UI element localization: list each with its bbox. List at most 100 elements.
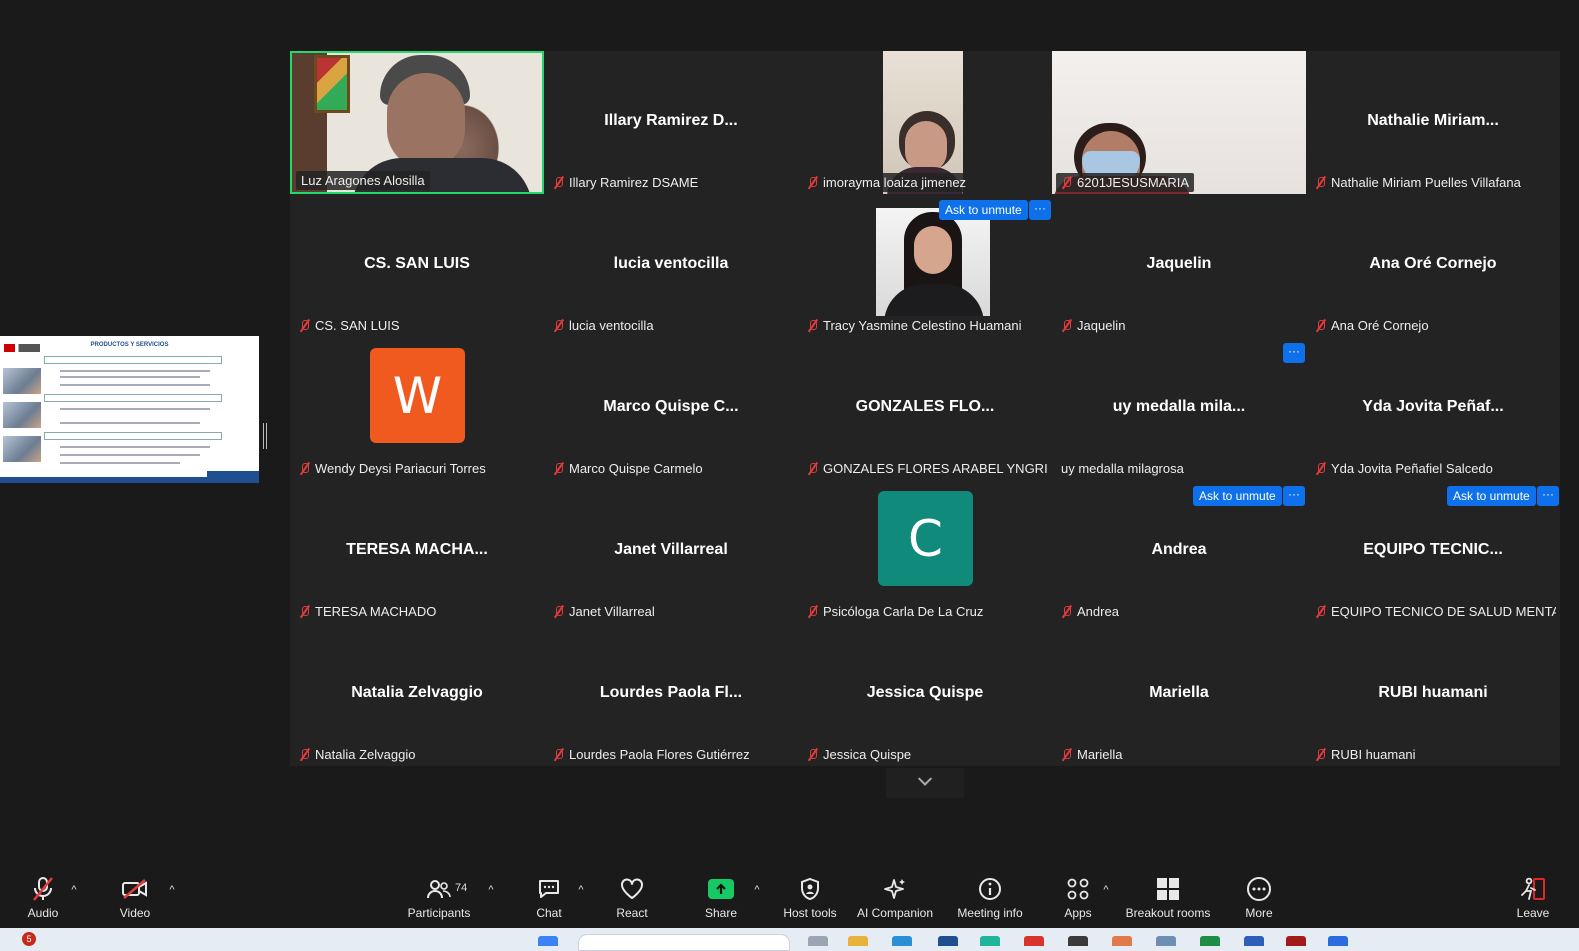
meeting-info-label: Meeting info bbox=[957, 906, 1023, 920]
more-button[interactable]: More bbox=[1240, 868, 1278, 928]
ask-to-unmute-button[interactable]: Ask to unmute bbox=[939, 200, 1028, 220]
participant-name-label: Andrea bbox=[1056, 602, 1124, 621]
chat-button[interactable]: Chat bbox=[530, 868, 568, 928]
participant-tile[interactable]: lucia ventocilla lucia ventocilla bbox=[544, 194, 798, 337]
breakout-rooms-label: Breakout rooms bbox=[1125, 906, 1211, 920]
participant-display-name: Illary Ramirez D... bbox=[604, 112, 738, 129]
participants-button[interactable]: Participants bbox=[406, 868, 472, 928]
audio-button[interactable]: Audio bbox=[24, 868, 62, 928]
participant-name-label: lucia ventocilla bbox=[548, 316, 659, 335]
participant-tile[interactable]: Illary Ramirez D... Illary Ramirez DSAME bbox=[544, 51, 798, 194]
ask-to-unmute-button[interactable]: Ask to unmute bbox=[1193, 486, 1282, 506]
mic-muted-icon bbox=[28, 876, 58, 902]
participant-name-label: Mariella bbox=[1056, 745, 1128, 764]
taskbar-app-icon[interactable] bbox=[1024, 936, 1044, 946]
tile-more-button[interactable]: ··· bbox=[1283, 343, 1305, 363]
taskbar-app-icon[interactable] bbox=[1112, 936, 1132, 946]
mic-muted-icon bbox=[1315, 176, 1327, 189]
mic-muted-icon bbox=[1315, 462, 1327, 475]
participant-tile[interactable]: Jaquelin Jaquelin bbox=[1052, 194, 1306, 337]
participant-tile[interactable]: imorayma loaiza jimenez bbox=[798, 51, 1052, 194]
chat-icon bbox=[534, 876, 564, 902]
taskbar-app-icon[interactable] bbox=[892, 936, 912, 946]
participant-tile[interactable]: Nathalie Miriam... Nathalie Miriam Puell… bbox=[1306, 51, 1560, 194]
participant-name-label: CS. SAN LUIS bbox=[294, 316, 405, 335]
participants-icon bbox=[424, 876, 454, 902]
participant-display-name: Jessica Quispe bbox=[866, 684, 984, 701]
participant-display-name: TERESA MACHA... bbox=[346, 541, 488, 558]
mic-muted-icon bbox=[1061, 605, 1073, 618]
participant-tile[interactable]: Luz Aragones Alosilla bbox=[290, 51, 544, 194]
host-tools-button[interactable]: Host tools bbox=[780, 868, 840, 928]
taskbar-app-icon[interactable] bbox=[1244, 936, 1264, 946]
taskbar-app-icon[interactable] bbox=[938, 936, 958, 946]
participant-tile[interactable]: 6201JESUSMARIA bbox=[1052, 51, 1306, 194]
participant-tile[interactable]: C Psicóloga Carla De La Cruz bbox=[798, 480, 1052, 623]
breakout-rooms-button[interactable]: Breakout rooms bbox=[1122, 868, 1214, 928]
shield-icon bbox=[795, 876, 825, 902]
participant-tile[interactable]: uy medalla mila... uy medalla milagrosa bbox=[1052, 337, 1306, 480]
participant-tile[interactable]: Jessica Quispe Jessica Quispe bbox=[798, 623, 1052, 766]
participant-name-label: RUBI huamani bbox=[1310, 745, 1421, 764]
participant-display-name: Natalia Zelvaggio bbox=[351, 684, 483, 701]
apps-icon bbox=[1063, 876, 1093, 902]
react-label: React bbox=[616, 906, 648, 920]
participant-tile[interactable]: Marco Quispe C... Marco Quispe Carmelo bbox=[544, 337, 798, 480]
participant-display-name: uy medalla mila... bbox=[1112, 398, 1246, 415]
taskbar-app-icon[interactable] bbox=[808, 936, 828, 946]
participant-tile[interactable]: RUBI huamani RUBI huamani bbox=[1306, 623, 1560, 766]
leave-button[interactable]: Leave bbox=[1514, 868, 1552, 928]
shared-screen-title: PRODUCTOS Y SERVICIOS bbox=[90, 342, 169, 348]
meeting-info-button[interactable]: Meeting info bbox=[954, 868, 1026, 928]
mic-muted-icon bbox=[299, 605, 311, 618]
breakout-rooms-icon bbox=[1153, 876, 1183, 902]
participant-tile[interactable]: GONZALES FLO... GONZALES FLORES ARABEL Y… bbox=[798, 337, 1052, 480]
notification-badge[interactable]: 5 bbox=[22, 932, 36, 946]
participant-tile[interactable]: CS. SAN LUIS CS. SAN LUIS bbox=[290, 194, 544, 337]
video-button[interactable]: Video bbox=[116, 868, 154, 928]
slide-row bbox=[44, 432, 222, 440]
meeting-toolbar: Audio ^ Video ^ Participants 74 ^ Chat ^… bbox=[0, 868, 1579, 928]
participant-tile[interactable]: Yda Jovita Peñaf... Yda Jovita Peñafiel … bbox=[1306, 337, 1560, 480]
chat-options-caret-icon[interactable]: ^ bbox=[575, 884, 587, 896]
ask-to-unmute-button[interactable]: Ask to unmute bbox=[1447, 486, 1536, 506]
taskbar-app-icon[interactable] bbox=[1328, 936, 1348, 946]
mic-muted-icon bbox=[299, 319, 311, 332]
taskbar-app-icon[interactable] bbox=[1156, 936, 1176, 946]
taskbar-app-icon[interactable] bbox=[1200, 936, 1220, 946]
ai-companion-button[interactable]: AI Companion bbox=[855, 868, 935, 928]
tile-more-button[interactable]: ··· bbox=[1537, 486, 1559, 506]
mic-muted-icon bbox=[1315, 748, 1327, 761]
gallery-next-page-button[interactable] bbox=[886, 768, 964, 798]
taskbar-search[interactable] bbox=[578, 934, 790, 951]
tile-more-button[interactable]: ··· bbox=[1283, 486, 1305, 506]
panel-resize-handle[interactable] bbox=[263, 423, 267, 449]
participant-tile[interactable]: TERESA MACHA... TERESA MACHADO bbox=[290, 480, 544, 623]
shared-screen-thumbnail[interactable]: PRODUCTOS Y SERVICIOS bbox=[0, 336, 259, 483]
taskbar-app-icon[interactable] bbox=[1286, 936, 1306, 946]
heart-icon bbox=[617, 876, 647, 902]
participant-tile[interactable]: Natalia Zelvaggio Natalia Zelvaggio bbox=[290, 623, 544, 766]
windows-start-icon[interactable] bbox=[538, 936, 558, 946]
participant-tile[interactable]: Mariella Mariella bbox=[1052, 623, 1306, 766]
participants-options-caret-icon[interactable]: ^ bbox=[485, 884, 497, 896]
react-button[interactable]: React bbox=[612, 868, 652, 928]
folder-icon[interactable] bbox=[848, 936, 868, 946]
participant-tile[interactable]: Lourdes Paola Fl... Lourdes Paola Flores… bbox=[544, 623, 798, 766]
participant-tile[interactable]: W Wendy Deysi Pariacuri Torres bbox=[290, 337, 544, 480]
taskbar-app-icon[interactable] bbox=[980, 936, 1000, 946]
tile-more-button[interactable]: ··· bbox=[1029, 200, 1051, 220]
chat-label: Chat bbox=[536, 906, 562, 920]
apps-options-caret-icon[interactable]: ^ bbox=[1100, 884, 1112, 896]
participant-name-label: EQUIPO TECNICO DE SALUD MENTAL... bbox=[1310, 602, 1556, 621]
apps-button[interactable]: Apps bbox=[1060, 868, 1096, 928]
video-options-caret-icon[interactable]: ^ bbox=[166, 884, 178, 896]
taskbar-app-icon[interactable] bbox=[1068, 936, 1088, 946]
share-button[interactable]: Share bbox=[702, 868, 740, 928]
participant-tile[interactable]: Ana Oré Cornejo Ana Oré Cornejo bbox=[1306, 194, 1560, 337]
participant-tile[interactable]: Janet Villarreal Janet Villarreal bbox=[544, 480, 798, 623]
audio-options-caret-icon[interactable]: ^ bbox=[68, 884, 80, 896]
mic-muted-icon bbox=[807, 748, 819, 761]
audio-label: Audio bbox=[27, 906, 59, 920]
share-options-caret-icon[interactable]: ^ bbox=[751, 884, 763, 896]
